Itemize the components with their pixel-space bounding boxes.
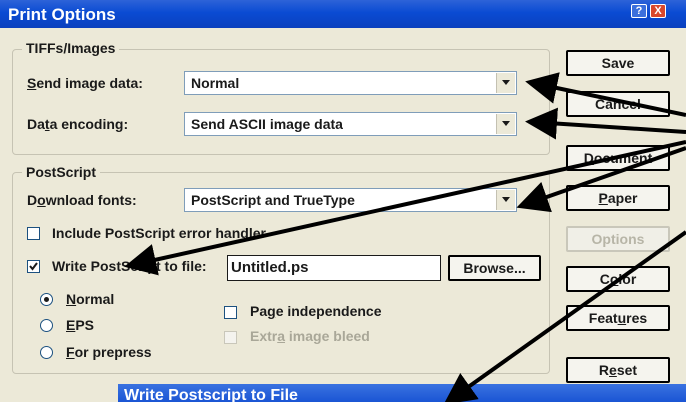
send-image-data-dropdown[interactable]: Normal bbox=[184, 71, 517, 95]
features-button[interactable]: Features bbox=[566, 305, 670, 331]
filename-value: Untitled.ps bbox=[231, 259, 309, 276]
tiffs-images-group bbox=[12, 49, 550, 155]
cancel-button-label: Cancel bbox=[595, 96, 641, 112]
extra-image-bleed-label: Extra image bleed bbox=[250, 328, 370, 344]
page-independence-checkbox[interactable] bbox=[224, 306, 237, 319]
browse-button-label: Browse... bbox=[463, 260, 526, 276]
postscript-group-label: PostScript bbox=[22, 164, 101, 180]
document-button-label: Document bbox=[583, 150, 653, 166]
window-title: Print Options bbox=[8, 5, 116, 24]
data-encoding-dropdown[interactable]: Send ASCII image data bbox=[184, 112, 517, 136]
include-error-handler-label: Include PostScript error handler bbox=[52, 225, 266, 241]
write-postscript-dialog-titlebar[interactable]: Write Postscript to File bbox=[118, 384, 686, 404]
reset-button[interactable]: Reset bbox=[566, 357, 670, 383]
close-icon[interactable]: X bbox=[650, 4, 666, 18]
chevron-down-icon[interactable] bbox=[496, 114, 515, 134]
send-image-data-value: Normal bbox=[191, 75, 240, 91]
question-icon[interactable]: ? bbox=[631, 4, 647, 18]
radio-normal[interactable] bbox=[40, 293, 53, 306]
cancel-button[interactable]: Cancel bbox=[566, 91, 670, 117]
radio-normal-label: Normal bbox=[66, 291, 115, 307]
color-button-label: Color bbox=[599, 271, 637, 287]
send-image-data-label: Send image data: bbox=[27, 75, 143, 91]
radio-eps-label: EPS bbox=[66, 317, 95, 333]
save-button[interactable]: Save bbox=[566, 50, 670, 76]
checkmark-icon bbox=[29, 262, 38, 271]
paper-button-label: Paper bbox=[598, 190, 638, 206]
page-independence-label: Page independence bbox=[250, 303, 382, 319]
write-to-file-label: Write PostScript to file: bbox=[52, 258, 207, 274]
write-to-file-checkbox[interactable] bbox=[27, 260, 40, 273]
data-encoding-label: Data encoding: bbox=[27, 116, 129, 132]
include-error-handler-checkbox[interactable] bbox=[27, 227, 40, 240]
print-options-window: Print Options TIFFs/Images Send image da… bbox=[0, 0, 686, 404]
document-button[interactable]: Document bbox=[566, 145, 670, 171]
paper-button[interactable]: Paper bbox=[566, 185, 670, 211]
browse-button[interactable]: Browse... bbox=[448, 255, 541, 281]
chevron-down-icon[interactable] bbox=[496, 73, 515, 93]
radio-for-prepress-label: For prepress bbox=[66, 344, 152, 360]
download-fonts-value: PostScript and TrueType bbox=[191, 192, 355, 208]
extra-image-bleed-checkbox[interactable] bbox=[224, 331, 237, 344]
write-postscript-dialog-title: Write Postscript to File bbox=[124, 387, 298, 404]
download-fonts-dropdown[interactable]: PostScript and TrueType bbox=[184, 188, 517, 212]
chevron-down-icon[interactable] bbox=[496, 190, 515, 210]
options-button[interactable]: Options bbox=[566, 226, 670, 252]
tiffs-images-group-label: TIFFs/Images bbox=[22, 40, 120, 56]
data-encoding-value: Send ASCII image data bbox=[191, 116, 343, 132]
reset-button-label: Reset bbox=[598, 362, 638, 378]
color-button[interactable]: Color bbox=[566, 266, 670, 292]
filename-input[interactable]: Untitled.ps bbox=[227, 255, 441, 281]
radio-eps[interactable] bbox=[40, 319, 53, 332]
save-button-label: Save bbox=[601, 55, 635, 71]
title-bar[interactable]: Print Options bbox=[0, 0, 686, 28]
arrow-data-encoding bbox=[525, 107, 686, 140]
radio-for-prepress[interactable] bbox=[40, 346, 53, 359]
download-fonts-label: Download fonts: bbox=[27, 192, 137, 208]
features-button-label: Features bbox=[588, 310, 648, 326]
options-button-label: Options bbox=[591, 231, 645, 247]
